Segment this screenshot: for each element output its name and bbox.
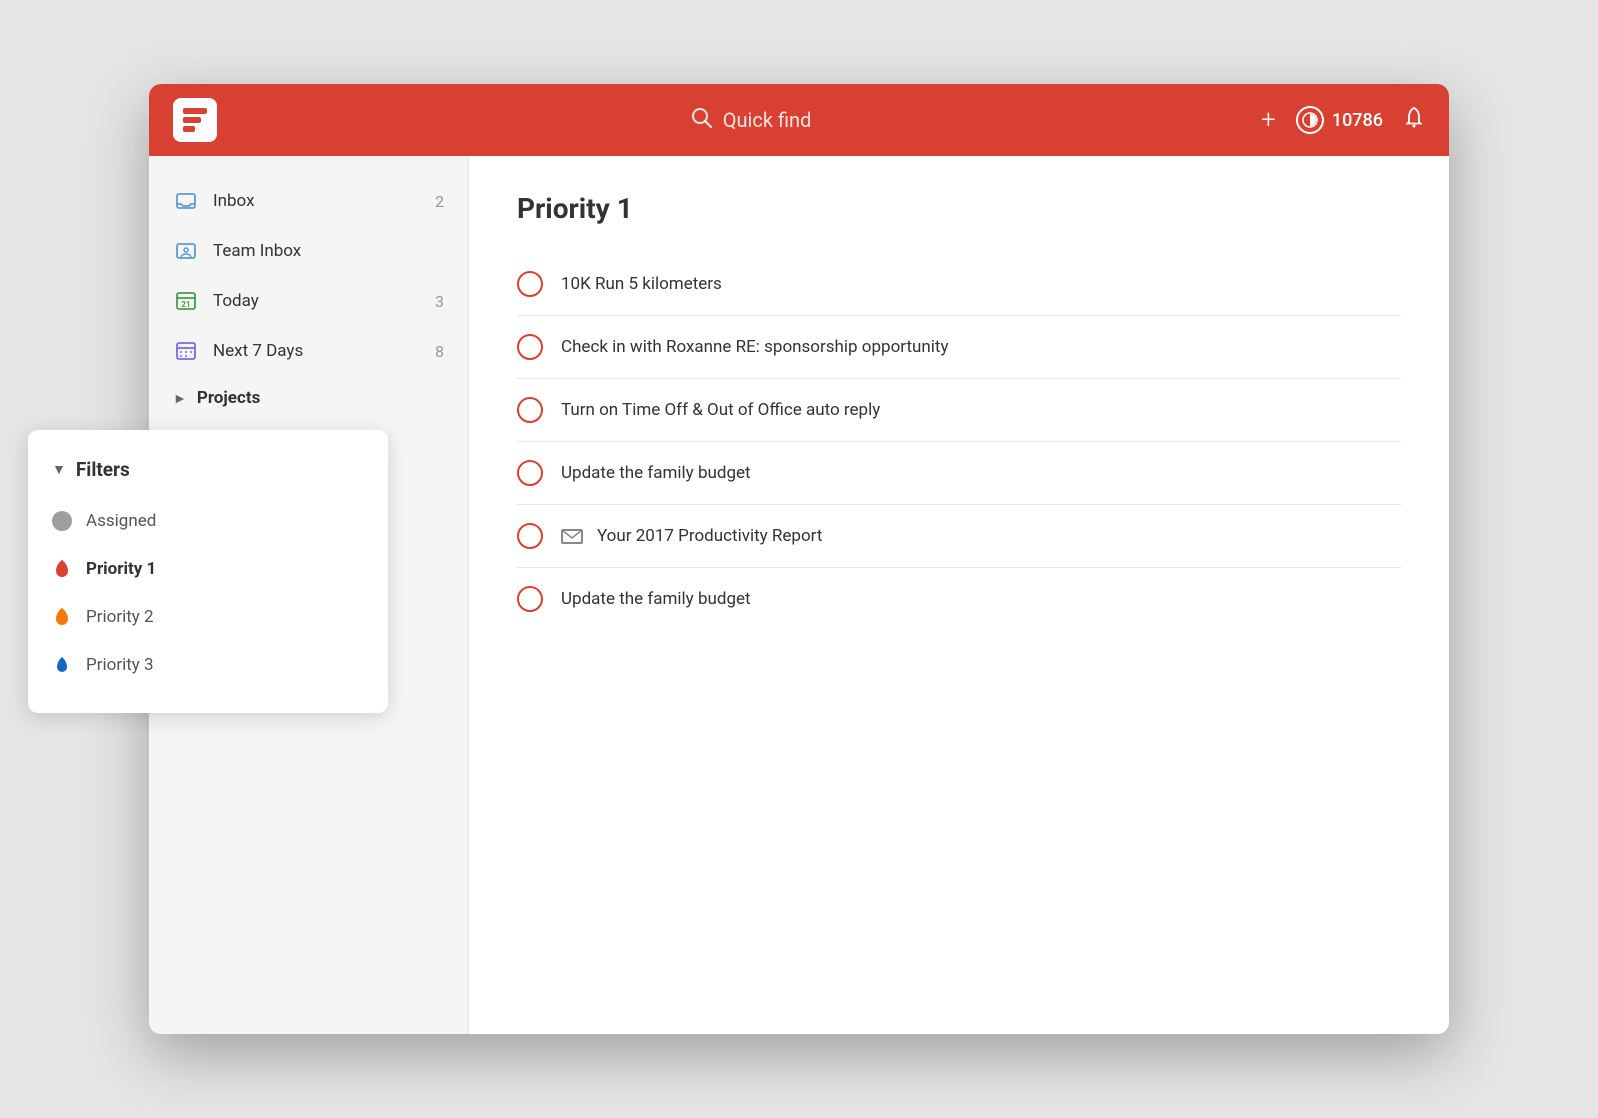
inbox-count: 2 xyxy=(435,192,444,211)
task-checkbox-3[interactable] xyxy=(517,397,543,423)
today-count: 3 xyxy=(435,292,444,311)
task-text-3: Turn on Time Off & Out of Office auto re… xyxy=(561,400,880,420)
header: Quick find + 10786 xyxy=(149,84,1449,156)
page-title: Priority 1 xyxy=(517,192,1401,225)
projects-label: Projects xyxy=(197,388,260,408)
add-button[interactable]: + xyxy=(1261,105,1276,135)
next-7-days-count: 8 xyxy=(435,342,444,361)
task-item-4[interactable]: Update the family budget xyxy=(517,442,1401,505)
task-checkbox-2[interactable] xyxy=(517,334,543,360)
task-checkbox-6[interactable] xyxy=(517,586,543,612)
chevron-right-icon: ► xyxy=(173,390,187,407)
sidebar-item-inbox[interactable]: Inbox 2 xyxy=(149,176,468,226)
assigned-label: Assigned xyxy=(149,511,156,531)
sidebar-projects[interactable]: ► Projects xyxy=(149,376,468,420)
karma-icon xyxy=(1296,106,1324,134)
header-actions: + 10786 xyxy=(1261,105,1425,135)
filter-item-priority-3[interactable]: Priority 3 xyxy=(149,641,388,689)
inbox-icon xyxy=(173,188,199,214)
team-inbox-label: Team Inbox xyxy=(213,241,444,261)
sidebar-item-next-7-days[interactable]: Next 7 Days 8 xyxy=(149,326,468,376)
filter-item-assigned[interactable]: Assigned xyxy=(149,497,388,545)
filter-item-priority-2[interactable]: Priority 2 xyxy=(149,593,388,641)
karma-value: 10786 xyxy=(1332,110,1383,131)
task-checkbox-5[interactable] xyxy=(517,523,543,549)
filter-panel: ▼ Filters Assigned Priority 1 xyxy=(149,430,388,713)
task-item-1[interactable]: 10K Run 5 kilometers xyxy=(517,253,1401,316)
priority-2-label: Priority 2 xyxy=(149,607,154,627)
search-placeholder: Quick find xyxy=(723,108,812,132)
filters-header[interactable]: ▼ Filters xyxy=(149,450,388,497)
task-text-2: Check in with Roxanne RE: sponsorship op… xyxy=(561,337,949,357)
priority-3-label: Priority 3 xyxy=(149,655,154,675)
main-content: Priority 1 10K Run 5 kilometers Check in… xyxy=(469,156,1449,1034)
next-days-icon xyxy=(173,338,199,364)
task-item-3[interactable]: Turn on Time Off & Out of Office auto re… xyxy=(517,379,1401,442)
search-icon xyxy=(691,107,713,134)
today-label: Today xyxy=(213,291,421,311)
sidebar-item-team-inbox[interactable]: Team Inbox xyxy=(149,226,468,276)
svg-text:21: 21 xyxy=(181,300,190,309)
task-text-4: Update the family budget xyxy=(561,463,751,483)
task-checkbox-4[interactable] xyxy=(517,460,543,486)
sidebar-item-today[interactable]: 21 Today 3 xyxy=(149,276,468,326)
task-item-5[interactable]: Your 2017 Productivity Report xyxy=(517,505,1401,568)
today-icon: 21 xyxy=(173,288,199,314)
karma-display[interactable]: 10786 xyxy=(1296,106,1383,134)
task-item-6[interactable]: Update the family budget xyxy=(517,568,1401,630)
task-text-1: 10K Run 5 kilometers xyxy=(561,274,722,294)
app-logo[interactable] xyxy=(173,98,217,142)
task-checkbox-1[interactable] xyxy=(517,271,543,297)
task-list: 10K Run 5 kilometers Check in with Roxan… xyxy=(517,253,1401,630)
bell-icon[interactable] xyxy=(1403,106,1425,134)
email-envelope-icon xyxy=(561,529,583,544)
priority-1-label: Priority 1 xyxy=(149,559,156,579)
team-inbox-icon xyxy=(173,238,199,264)
task-text-5: Your 2017 Productivity Report xyxy=(561,526,822,546)
next-7-days-label: Next 7 Days xyxy=(213,341,421,361)
task-text-6: Update the family budget xyxy=(561,589,751,609)
search-bar[interactable]: Quick find xyxy=(241,107,1261,134)
inbox-label: Inbox xyxy=(213,191,421,211)
app-window: Quick find + 10786 xyxy=(149,84,1449,1034)
filter-item-priority-1[interactable]: Priority 1 xyxy=(149,545,388,593)
task-item-2[interactable]: Check in with Roxanne RE: sponsorship op… xyxy=(517,316,1401,379)
